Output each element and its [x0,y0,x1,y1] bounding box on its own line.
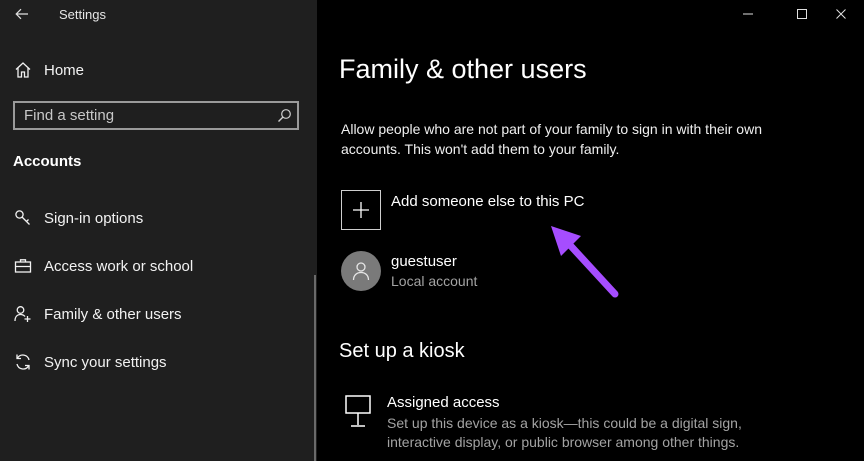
search-box [13,101,299,130]
user-account-type: Local account [391,273,478,289]
sidebar-item-label: Home [44,61,85,79]
sidebar-item-label: Family & other users [44,305,182,323]
maximize-icon [797,9,807,19]
page-description: Allow people who are not part of your fa… [341,121,762,157]
user-name[interactable]: guestuser [391,253,457,270]
plus-icon [353,202,369,218]
sidebar-item-access-work-or-school[interactable]: Access work or school [12,252,193,280]
sidebar-scrollbar[interactable] [314,275,316,461]
person-icon [352,262,370,281]
sidebar-item-label: Access work or school [44,257,194,275]
add-someone-button[interactable] [341,190,381,230]
home-icon [12,59,34,81]
sidebar-item-sync-your-settings[interactable]: Sync your settings [12,348,167,376]
avatar[interactable] [341,251,381,291]
key-icon [12,207,34,229]
minimize-icon [743,13,753,15]
sync-icon [12,351,34,373]
page-title: Family & other users [339,54,587,84]
sidebar-item-home[interactable]: Home [12,56,84,84]
main-content: Family & other users Allow people who ar… [317,0,864,461]
briefcase-icon [12,255,34,277]
back-button[interactable] [10,4,34,24]
sidebar-item-sign-in-options[interactable]: Sign-in options [12,204,143,232]
add-person-icon [12,303,34,325]
arrow-left-icon [15,8,28,20]
search-icon[interactable] [271,108,297,123]
app-title: Settings [59,7,106,22]
kiosk-heading: Set up a kiosk [339,340,465,362]
sidebar-item-label: Sync your settings [44,353,167,371]
close-icon [836,9,846,19]
kiosk-icon [345,395,371,427]
assigned-access-link[interactable]: Assigned access [387,394,500,411]
sidebar-item-label: Sign-in options [44,209,144,227]
add-someone-label[interactable]: Add someone else to this PC [391,193,584,210]
minimize-button[interactable] [725,0,771,28]
close-button[interactable] [818,0,864,28]
section-heading-accounts: Accounts [13,153,82,170]
assigned-access-description: Set up this device as a kiosk—this could… [387,415,742,450]
sidebar: Settings Home Accounts Sign-in options [0,0,317,461]
sidebar-item-family-other-users[interactable]: Family & other users [12,300,182,328]
search-input[interactable] [15,106,271,125]
annotation-arrow-icon [551,226,619,298]
